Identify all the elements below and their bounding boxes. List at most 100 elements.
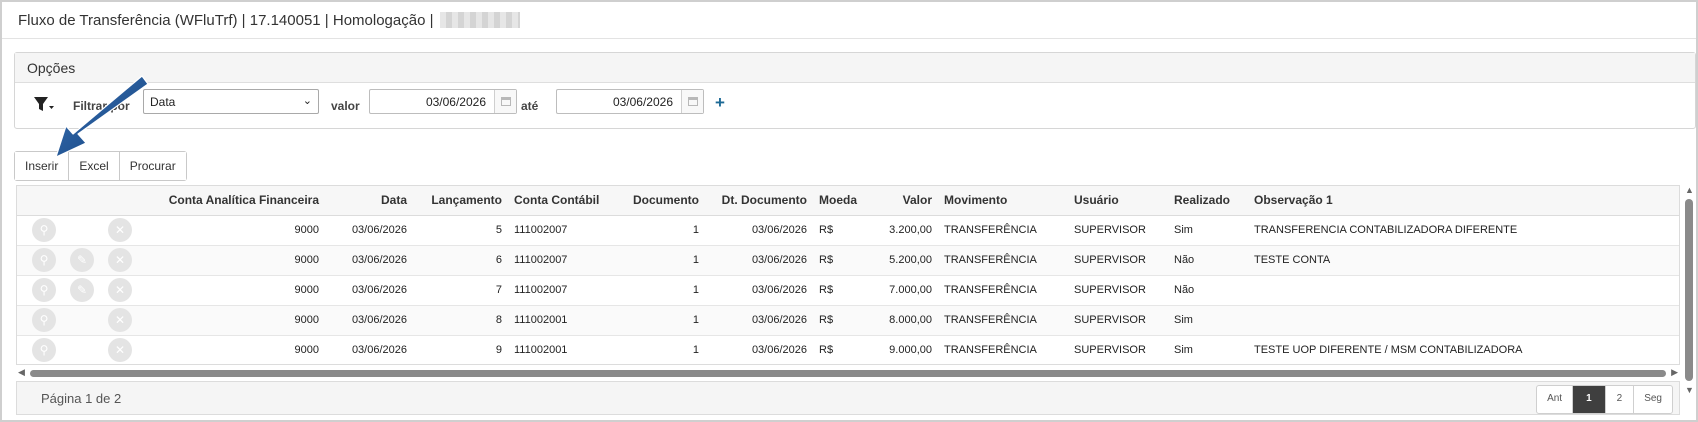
cell-dt-documento: 03/06/2026: [705, 275, 813, 306]
cell-data: 03/06/2026: [325, 245, 413, 276]
cell-valor: 7.000,00: [863, 275, 938, 306]
row-actions: ⚲ ✕: [17, 305, 157, 336]
vertical-scroll-thumb[interactable]: [1685, 199, 1693, 381]
scroll-down-icon[interactable]: ▼: [1685, 385, 1694, 395]
delete-icon[interactable]: ✕: [108, 338, 132, 362]
view-icon[interactable]: ⚲: [32, 218, 56, 242]
scroll-left-icon[interactable]: ◀: [18, 367, 25, 378]
cell-conta-contabil: 111002001: [508, 305, 603, 336]
cell-lancamento: 9: [413, 335, 508, 364]
delete-icon[interactable]: ✕: [108, 308, 132, 332]
date-from-field[interactable]: 03/06/2026: [369, 89, 517, 114]
cell-data: 03/06/2026: [325, 305, 413, 336]
horizontal-scrollbar[interactable]: ◀ ▶: [16, 367, 1680, 379]
view-icon[interactable]: ⚲: [32, 248, 56, 272]
search-button[interactable]: Procurar: [119, 152, 186, 180]
table-row[interactable]: ⚲ ✎ ✕ 9000 03/06/2026 7 111002007 1 03/06/2026 R$…: [17, 275, 1679, 306]
cell-moeda: R$: [813, 305, 863, 336]
cell-movimento: TRANSFERÊNCIA: [938, 335, 1068, 364]
cell-realizado: Não: [1168, 245, 1248, 276]
options-header: Opções: [15, 53, 1695, 83]
cell-movimento: TRANSFERÊNCIA: [938, 245, 1068, 276]
column-header[interactable]: Realizado: [1168, 186, 1248, 216]
view-icon[interactable]: ⚲: [32, 338, 56, 362]
scroll-right-icon[interactable]: ▶: [1671, 367, 1678, 378]
cell-moeda: R$: [813, 215, 863, 246]
delete-icon[interactable]: ✕: [108, 278, 132, 302]
row-actions: ⚲ ✎ ✕: [17, 275, 157, 306]
column-header[interactable]: Conta Analítica Financeira: [157, 186, 325, 216]
date-from-calendar-button[interactable]: [494, 90, 516, 113]
cell-moeda: R$: [813, 275, 863, 306]
scroll-up-icon[interactable]: ▲: [1685, 185, 1694, 195]
cell-lancamento: 8: [413, 305, 508, 336]
table-row[interactable]: ⚲ ✕ 9000 03/06/2026 9 111002001 1 03/06/2026 R$ 9…: [17, 335, 1679, 364]
column-header[interactable]: Lançamento: [413, 186, 508, 216]
edit-icon[interactable]: ✎: [70, 248, 94, 272]
date-to-calendar-button[interactable]: [681, 90, 703, 113]
insert-button[interactable]: Inserir: [15, 152, 70, 180]
view-icon[interactable]: ⚲: [32, 278, 56, 302]
cell-observacao: [1248, 275, 1679, 306]
filter-row: Filtrar por Data ⌄ valor 03/06/2026 até …: [15, 83, 1695, 129]
date-to-value: 03/06/2026: [612, 95, 673, 109]
horizontal-scroll-thumb[interactable]: [30, 370, 1666, 377]
cell-conta-contabil: 111002007: [508, 245, 603, 276]
add-filter-button[interactable]: +: [715, 93, 725, 113]
filter-select-value: Data: [150, 95, 176, 109]
column-header[interactable]: Moeda: [813, 186, 863, 216]
window-title: Fluxo de Transferência (WFluTrf) | 17.14…: [18, 8, 520, 32]
calendar-icon: [687, 97, 698, 106]
edit-slot-empty: [70, 218, 94, 242]
delete-icon[interactable]: ✕: [108, 248, 132, 272]
cell-movimento: TRANSFERÊNCIA: [938, 275, 1068, 306]
cell-conta-analitica: 9000: [157, 245, 325, 276]
table-row[interactable]: ⚲ ✎ ✕ 9000 03/06/2026 6 111002007 1 03/06/2026 R$…: [17, 245, 1679, 276]
table-header-row: Conta Analítica Financeira Data Lançamen…: [17, 186, 1679, 216]
column-header[interactable]: Conta Contábil: [508, 186, 603, 216]
view-icon[interactable]: ⚲: [32, 308, 56, 332]
column-header[interactable]: Movimento: [938, 186, 1068, 216]
cell-valor: 9.000,00: [863, 335, 938, 364]
title-divider: [2, 38, 1696, 39]
excel-button[interactable]: Excel: [69, 152, 120, 180]
column-header[interactable]: Observação 1: [1248, 186, 1679, 216]
table-row[interactable]: ⚲ ✕ 9000 03/06/2026 5 111002007 1 03/06/2026 R$ 3…: [17, 215, 1679, 246]
vertical-scrollbar[interactable]: ▲ ▼: [1683, 185, 1695, 395]
cell-dt-documento: 03/06/2026: [705, 335, 813, 364]
column-header[interactable]: Documento: [603, 186, 705, 216]
date-to-field[interactable]: 03/06/2026: [556, 89, 704, 114]
column-header[interactable]: Usuário: [1068, 186, 1168, 216]
date-from-value: 03/06/2026: [425, 95, 486, 109]
cell-valor: 3.200,00: [863, 215, 938, 246]
page-button-active[interactable]: 1: [1573, 386, 1606, 413]
cell-dt-documento: 03/06/2026: [705, 245, 813, 276]
chevron-down-icon: ⌄: [302, 95, 312, 107]
delete-icon[interactable]: ✕: [108, 218, 132, 242]
prev-page-button[interactable]: Ant: [1537, 386, 1574, 413]
cell-lancamento: 5: [413, 215, 508, 246]
next-page-button[interactable]: Seg: [1634, 386, 1672, 413]
cell-conta-contabil: 111002007: [508, 215, 603, 246]
pagination-bar: Página 1 de 2 Ant 1 2 Seg: [16, 381, 1680, 415]
cell-dt-documento: 03/06/2026: [705, 215, 813, 246]
column-header[interactable]: Data: [325, 186, 413, 216]
filter-select[interactable]: Data ⌄: [143, 89, 319, 114]
cell-usuario: SUPERVISOR: [1068, 215, 1168, 246]
funnel-icon[interactable]: [33, 95, 55, 115]
edit-icon[interactable]: ✎: [70, 278, 94, 302]
cell-observacao: TESTE UOP DIFERENTE / MSM CONTABILIZADOR…: [1248, 335, 1679, 364]
edit-slot-empty: [70, 338, 94, 362]
table-row[interactable]: ⚲ ✕ 9000 03/06/2026 8 111002001 1 03/06/2026 R$ 8…: [17, 305, 1679, 336]
cell-realizado: Sim: [1168, 305, 1248, 336]
column-header[interactable]: Dt. Documento: [705, 186, 813, 216]
cell-moeda: R$: [813, 245, 863, 276]
actions-header: [17, 186, 157, 216]
cell-data: 03/06/2026: [325, 335, 413, 364]
cell-conta-contabil: 111002001: [508, 335, 603, 364]
cell-conta-analitica: 9000: [157, 275, 325, 306]
page-button[interactable]: 2: [1606, 386, 1635, 413]
column-header[interactable]: Valor: [863, 186, 938, 216]
pager: Ant 1 2 Seg: [1536, 385, 1673, 414]
cell-observacao: TRANSFERENCIA CONTABILIZADORA DIFERENTE: [1248, 215, 1679, 246]
